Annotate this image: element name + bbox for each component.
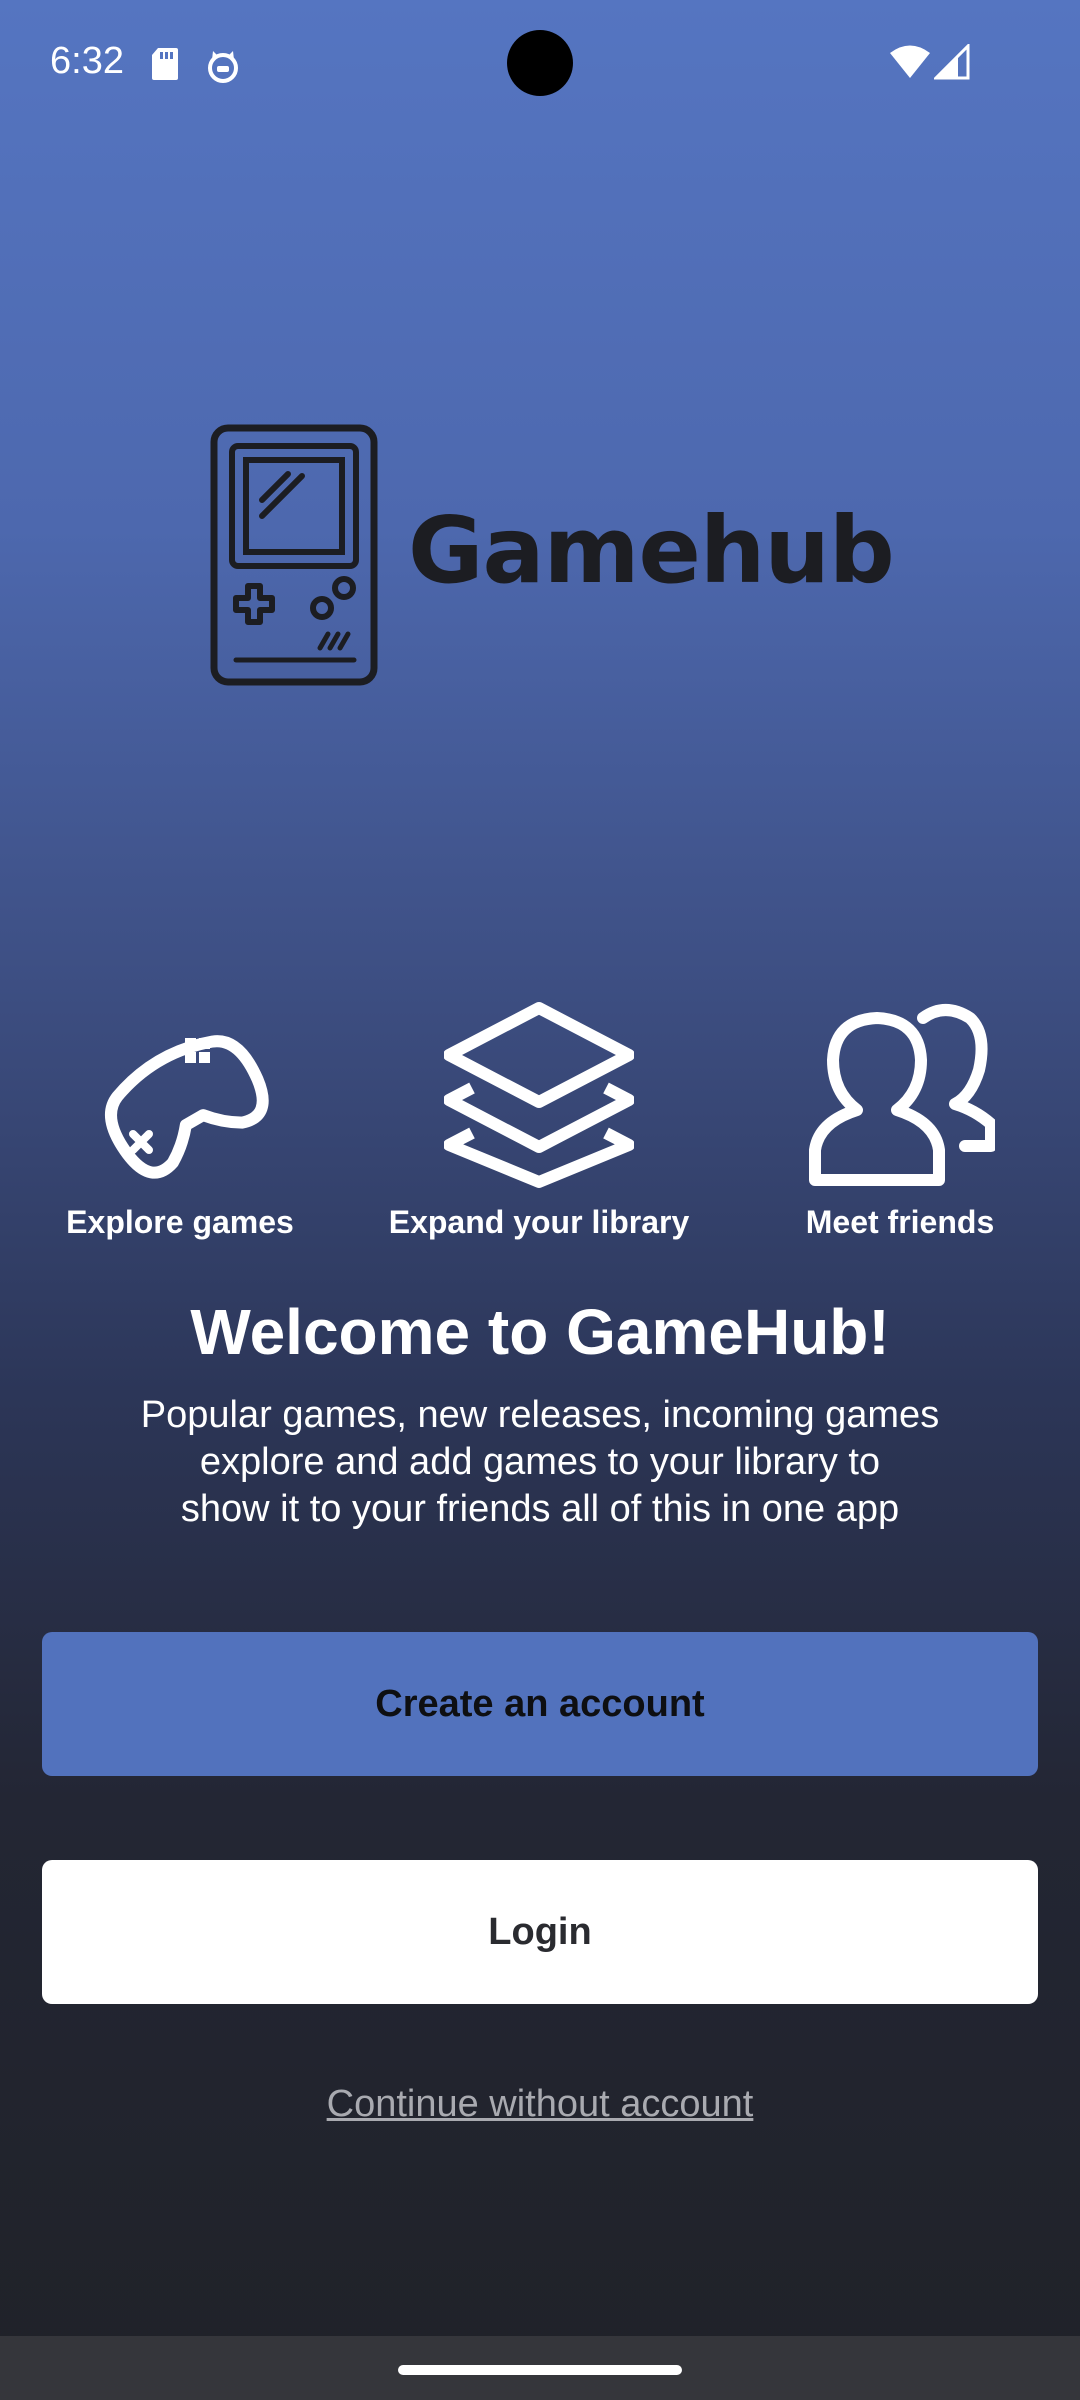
status-time: 6:32	[50, 40, 124, 82]
feature-label: Expand your library	[388, 1204, 690, 1240]
handheld-console-icon	[210, 424, 378, 686]
wifi-icon	[890, 45, 930, 78]
login-button[interactable]: Login	[42, 1860, 1038, 2004]
description-line: show it to your friends all of this in o…	[180, 1488, 900, 1530]
signal-icon	[934, 44, 970, 80]
continue-without-account-link[interactable]: Continue without account	[0, 2083, 1080, 2126]
welcome-title: Welcome to GameHub!	[190, 1296, 890, 1368]
users-icon	[809, 1004, 995, 1186]
gamepad-icon	[105, 1035, 269, 1179]
feature-expand-library: Expand your library	[379, 1000, 699, 1241]
create-account-button[interactable]: Create an account	[42, 1632, 1038, 1776]
navigation-bar	[0, 2336, 1080, 2400]
home-indicator[interactable]	[398, 2365, 682, 2375]
description-line: Popular games, new releases, incoming ga…	[140, 1394, 940, 1436]
brand-name: Gamehub	[408, 497, 895, 604]
status-bar: 6:32	[0, 0, 1080, 130]
camera-cutout	[507, 30, 573, 96]
feature-label: Explore games	[66, 1204, 294, 1240]
feature-label: Meet friends	[805, 1204, 995, 1240]
sd-card-icon	[152, 48, 178, 80]
layers-icon	[444, 1002, 634, 1188]
feature-meet-friends: Meet friends	[740, 1000, 1060, 1241]
description-line: explore and add games to your library to	[199, 1441, 881, 1483]
feature-explore-games: Explore games	[20, 1000, 340, 1241]
welcome-description: Popular games, new releases, incoming ga…	[90, 1392, 990, 1533]
cat-icon	[208, 51, 238, 83]
